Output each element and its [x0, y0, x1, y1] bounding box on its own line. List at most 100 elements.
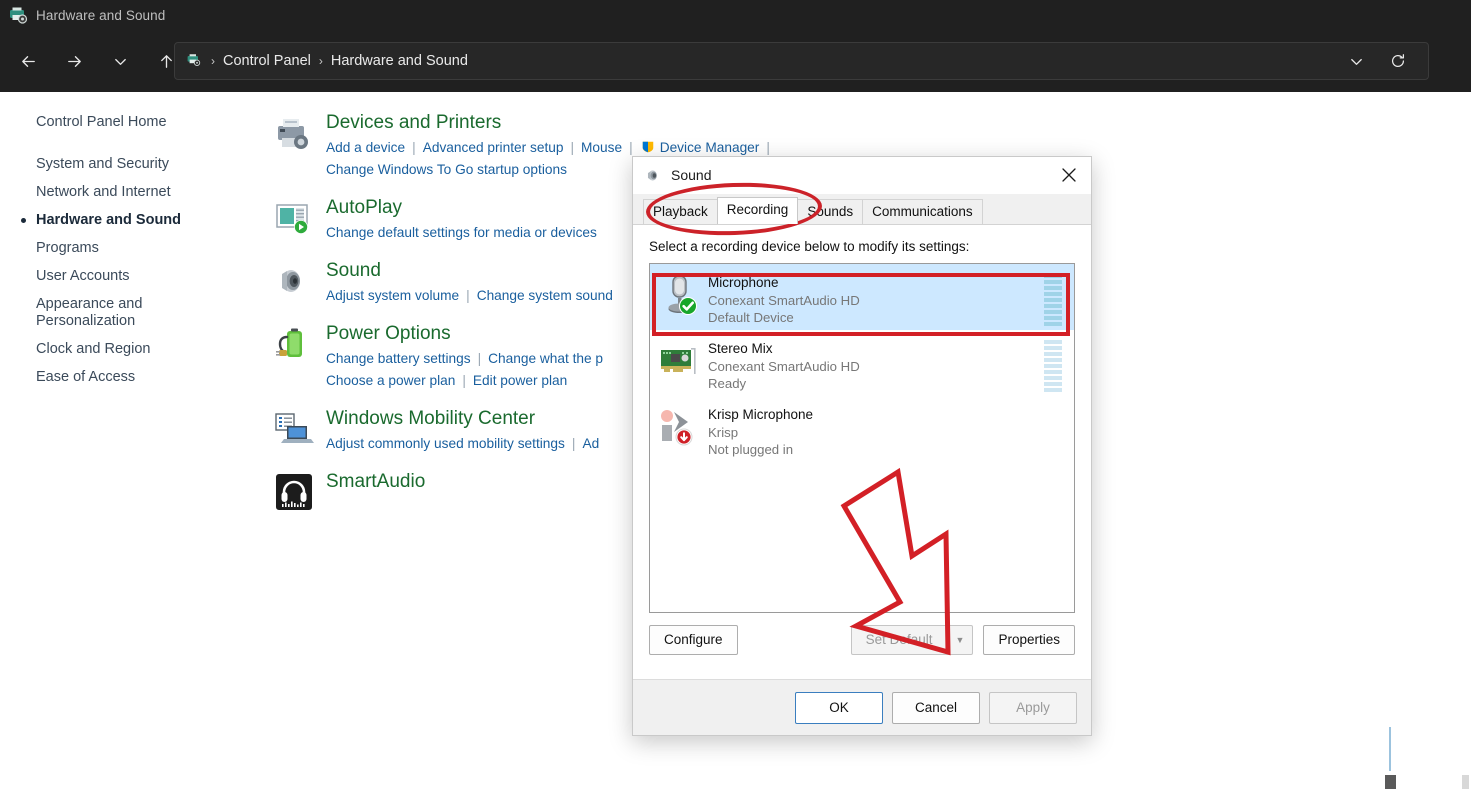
- active-bullet-icon: [21, 218, 26, 223]
- sidebar-item-label-line2: Personalization: [36, 313, 136, 329]
- sidebar-item-ease-of-access[interactable]: Ease of Access: [0, 369, 250, 386]
- device-status: Default Device: [708, 310, 794, 325]
- device-text: Krisp Microphone Krisp Not plugged in: [708, 404, 813, 458]
- dialog-tabstrip: Playback Recording Sounds Communications: [633, 194, 1091, 224]
- link-change-windows-to-go-startup-options[interactable]: Change Windows To Go startup options: [326, 162, 567, 177]
- sidebar-item-user-accounts[interactable]: User Accounts: [0, 268, 250, 285]
- autoplay-icon: [273, 197, 315, 239]
- printer-icon: [273, 112, 315, 154]
- device-driver: Conexant SmartAudio HD: [708, 293, 860, 308]
- sidebar-item-control-panel-home[interactable]: Control Panel Home: [0, 114, 250, 131]
- shield-icon: [640, 139, 656, 153]
- device-status: Ready: [708, 376, 747, 391]
- set-default-split-button[interactable]: Set Default ▼: [850, 625, 974, 655]
- device-row-microphone[interactable]: Microphone Conexant SmartAudio HD Defaul…: [650, 264, 1074, 330]
- sidebar-item-label: User Accounts: [36, 268, 130, 284]
- dialog-body: Select a recording device below to modif…: [633, 224, 1091, 735]
- device-status: Not plugged in: [708, 442, 794, 457]
- sidebar: Control Panel Home System and Security N…: [0, 92, 250, 800]
- breadcrumb-hardware-and-sound[interactable]: Hardware and Sound: [325, 51, 474, 71]
- krisp-icon: [658, 404, 704, 452]
- device-driver: Krisp: [708, 425, 739, 440]
- device-name: Microphone: [708, 275, 779, 290]
- link-change-battery-settings[interactable]: Change battery settings: [326, 351, 471, 366]
- sidebar-item-label: Clock and Region: [36, 341, 151, 357]
- link-change-system-sounds[interactable]: Change system sound: [477, 288, 613, 303]
- link-adjust-system-volume[interactable]: Adjust system volume: [326, 288, 459, 303]
- apply-button[interactable]: Apply: [989, 691, 1077, 724]
- link-change-default-settings-for-media-or-devices[interactable]: Change default settings for media or dev…: [326, 225, 597, 240]
- breadcrumb-separator-2: ›: [318, 54, 323, 68]
- sidebar-item-label: Hardware and Sound: [36, 212, 182, 228]
- set-default-button[interactable]: Set Default: [850, 625, 948, 655]
- dialog-title: Sound: [671, 167, 712, 183]
- sidebar-item-clock-and-region[interactable]: Clock and Region: [0, 341, 250, 358]
- refresh-icon[interactable]: [1382, 46, 1414, 76]
- sidebar-item-label: Network and Internet: [36, 184, 171, 200]
- recording-device-list[interactable]: Microphone Conexant SmartAudio HD Defaul…: [649, 263, 1075, 613]
- back-button[interactable]: [8, 41, 48, 81]
- device-name: Krisp Microphone: [708, 407, 814, 422]
- link-choose-a-power-plan[interactable]: Choose a power plan: [326, 373, 455, 388]
- mobility-center-icon: [273, 408, 315, 450]
- devices-printers-icon: [8, 5, 28, 25]
- sidebar-item-hardware-and-sound[interactable]: Hardware and Sound: [0, 212, 250, 229]
- window-titlebar: Hardware and Sound: [0, 0, 1471, 30]
- sound-dialog: Sound Playback Recording Sounds Communic…: [632, 156, 1092, 736]
- link-add-a-device[interactable]: Add a device: [326, 140, 405, 155]
- link-change-what-the-power-buttons-do[interactable]: Change what the p: [488, 351, 603, 366]
- sidebar-item-network-and-internet[interactable]: Network and Internet: [0, 184, 250, 201]
- sidebar-item-label: Ease of Access: [36, 369, 136, 385]
- link-edit-power-plan[interactable]: Edit power plan: [473, 373, 567, 388]
- properties-button[interactable]: Properties: [983, 625, 1075, 655]
- link-adjust-settings-truncated[interactable]: Ad: [582, 436, 599, 451]
- sidebar-item-programs[interactable]: Programs: [0, 240, 250, 257]
- window-title: Hardware and Sound: [36, 7, 166, 23]
- level-meter: [1044, 274, 1062, 326]
- tab-playback[interactable]: Playback: [643, 199, 718, 224]
- device-name: Stereo Mix: [708, 341, 773, 356]
- link-advanced-printer-setup[interactable]: Advanced printer setup: [423, 140, 564, 155]
- device-row-stereo-mix[interactable]: Stereo Mix Conexant SmartAudio HD Ready: [650, 330, 1074, 396]
- chevron-down-icon[interactable]: [1340, 46, 1372, 76]
- link-mouse[interactable]: Mouse: [581, 140, 622, 155]
- tab-sounds[interactable]: Sounds: [797, 199, 864, 224]
- sidebar-item-label: Appearance and: [36, 296, 143, 312]
- battery-icon: [273, 323, 315, 365]
- chevron-down-icon[interactable]: ▼: [947, 625, 974, 655]
- address-bar[interactable]: › Control Panel › Hardware and Sound: [174, 42, 1429, 80]
- cancel-button[interactable]: Cancel: [892, 691, 980, 724]
- device-text: Microphone Conexant SmartAudio HD Defaul…: [708, 272, 860, 326]
- sidebar-item-appearance-and-personalization[interactable]: Appearance and Personalization: [0, 296, 250, 330]
- sound-card-icon: [658, 338, 704, 386]
- smartaudio-icon: [273, 471, 315, 513]
- forward-button[interactable]: [54, 41, 94, 81]
- close-icon[interactable]: [1046, 157, 1091, 194]
- microphone-icon: [658, 272, 704, 320]
- link-adjust-commonly-used-mobility-settings[interactable]: Adjust commonly used mobility settings: [326, 436, 565, 451]
- selection-caret-line: [1389, 727, 1391, 771]
- sidebar-item-label: Programs: [36, 240, 99, 256]
- tab-communications[interactable]: Communications: [862, 199, 983, 224]
- category-title[interactable]: Devices and Printers: [326, 110, 1168, 136]
- tab-recording[interactable]: Recording: [716, 197, 799, 224]
- breadcrumb-control-panel[interactable]: Control Panel: [217, 51, 317, 71]
- sidebar-item-system-and-security[interactable]: System and Security: [0, 156, 250, 173]
- configure-button[interactable]: Configure: [649, 625, 738, 655]
- dialog-footer: OK Cancel Apply: [633, 679, 1091, 735]
- device-row-krisp-microphone[interactable]: Krisp Microphone Krisp Not plugged in: [650, 396, 1074, 462]
- link-device-manager[interactable]: Device Manager: [660, 140, 760, 155]
- speaker-icon: [645, 167, 662, 184]
- device-text: Stereo Mix Conexant SmartAudio HD Ready: [708, 338, 860, 392]
- ok-button[interactable]: OK: [795, 691, 883, 724]
- level-meter: [1044, 340, 1062, 392]
- speaker-icon: [273, 260, 315, 302]
- dialog-action-row: Configure Set Default ▼ Properties: [649, 625, 1075, 655]
- address-bar-icon: [185, 52, 205, 70]
- sidebar-item-label: System and Security: [36, 156, 169, 172]
- dialog-hint-text: Select a recording device below to modif…: [649, 239, 970, 254]
- scrollbar-fragment: [1462, 775, 1469, 789]
- recent-locations-button[interactable]: [100, 41, 140, 81]
- breadcrumb-separator: ›: [211, 54, 215, 68]
- dialog-titlebar: Sound: [633, 157, 1091, 194]
